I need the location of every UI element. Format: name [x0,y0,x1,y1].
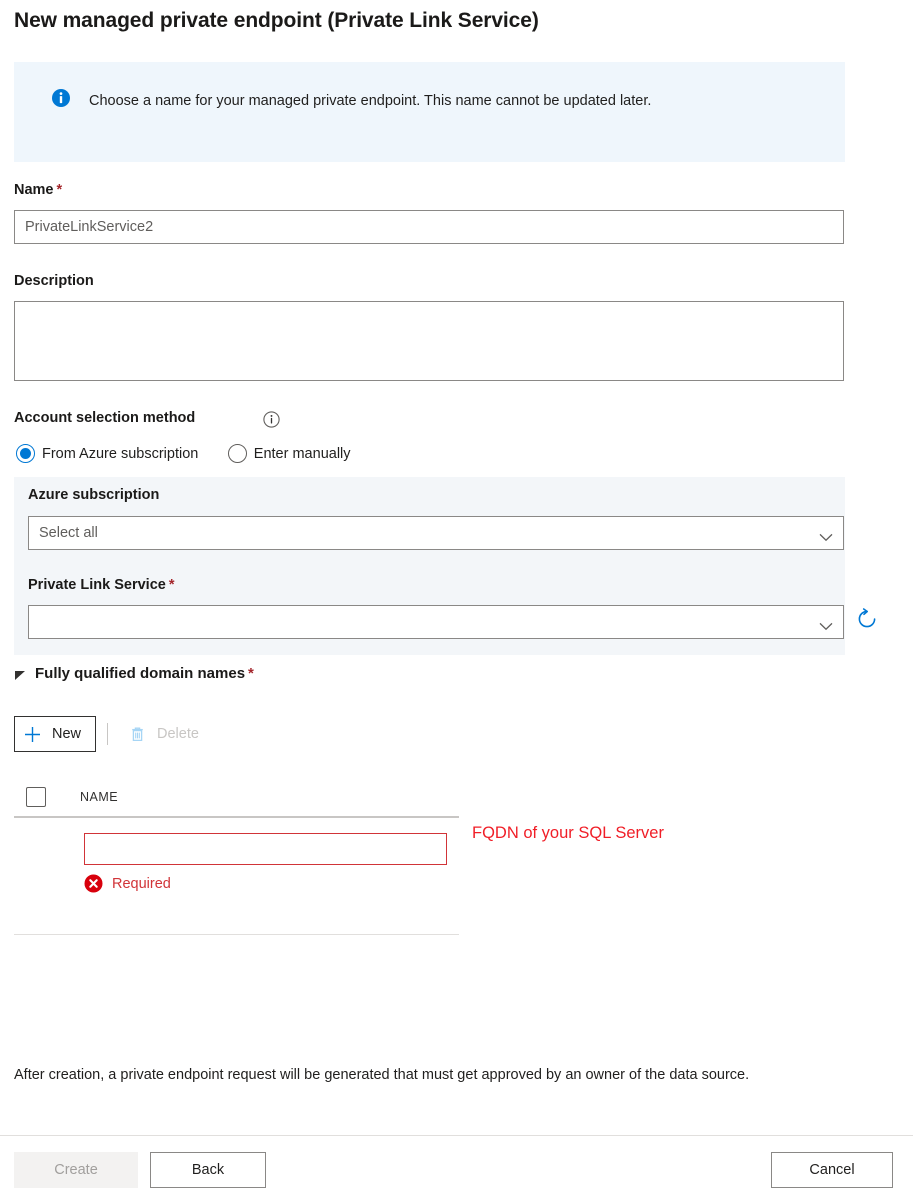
info-icon [52,89,70,107]
info-banner: Choose a name for your managed private e… [14,62,845,162]
new-button[interactable]: New [14,716,97,752]
create-button[interactable]: Create [14,1152,138,1188]
toolbar-divider [107,723,109,745]
chevron-down-icon [819,618,833,630]
page-title: New managed private endpoint (Private Li… [14,9,539,32]
radio-enter-manually[interactable]: Enter manually [227,444,351,463]
refresh-icon[interactable] [855,607,879,631]
radio-from-azure-subscription[interactable]: From Azure subscription [16,444,198,463]
error-circle-icon [84,874,103,893]
chevron-down-icon [819,529,833,541]
name-label: Name * [14,182,62,198]
radio-mark-unselected [227,444,247,463]
fqdn-name-input[interactable] [84,833,447,865]
footer-divider [0,1135,913,1136]
fqdn-error-text: Required [112,875,171,892]
radio-label-from-azure-subscription: From Azure subscription [42,445,199,462]
back-button[interactable]: Back [150,1152,266,1188]
column-header-name: NAME [80,790,119,804]
account-selection-method-label: Account selection method [14,410,196,426]
footer-note: After creation, a private endpoint reque… [14,1067,750,1083]
description-label: Description [14,273,94,289]
azure-subscription-dropdown[interactable]: Select all [28,516,844,550]
azure-subscription-value: Select all [39,525,98,541]
radio-mark-selected [16,444,35,463]
fqdn-annotation: FQDN of your SQL Server [472,824,664,842]
fqdn-toolbar: New Delete [14,715,214,753]
fqdn-grid-header: NAME [14,778,459,818]
info-circle-icon[interactable] [263,411,280,428]
name-label-text: Name [14,182,54,198]
private-link-service-label: Private Link Service * [28,577,174,593]
delete-button-label: Delete [157,726,199,742]
fqdn-section-header[interactable]: Fully qualified domain names * [14,665,254,682]
private-link-service-required-marker: * [168,577,175,593]
fqdn-required-error: Required [84,874,171,893]
table-row: Required [14,818,459,935]
radio-label-enter-manually: Enter manually [253,445,351,462]
azure-subscription-label: Azure subscription [28,487,160,503]
account-selection-method-radio-group[interactable]: From Azure subscription Enter manually [16,444,376,468]
private-link-service-dropdown[interactable] [28,605,844,639]
trash-icon [129,726,146,743]
fqdn-section-title-text: Fully qualified domain names [35,665,246,682]
delete-button[interactable]: Delete [119,716,214,752]
new-managed-private-endpoint-page: New managed private endpoint (Private Li… [0,0,913,1200]
cancel-button[interactable]: Cancel [771,1152,893,1188]
select-all-checkbox[interactable] [26,787,46,807]
info-banner-text: Choose a name for your managed private e… [89,93,652,109]
name-input[interactable] [14,210,844,244]
description-input[interactable] [14,301,844,381]
plus-icon [24,726,41,743]
fqdn-required-marker: * [248,665,254,682]
private-link-service-label-text: Private Link Service [28,577,166,593]
name-required-marker: * [56,182,63,198]
new-button-label: New [52,726,82,742]
fqdn-section-title: Fully qualified domain names * [35,665,254,682]
triangle-expanded-icon [14,668,26,680]
